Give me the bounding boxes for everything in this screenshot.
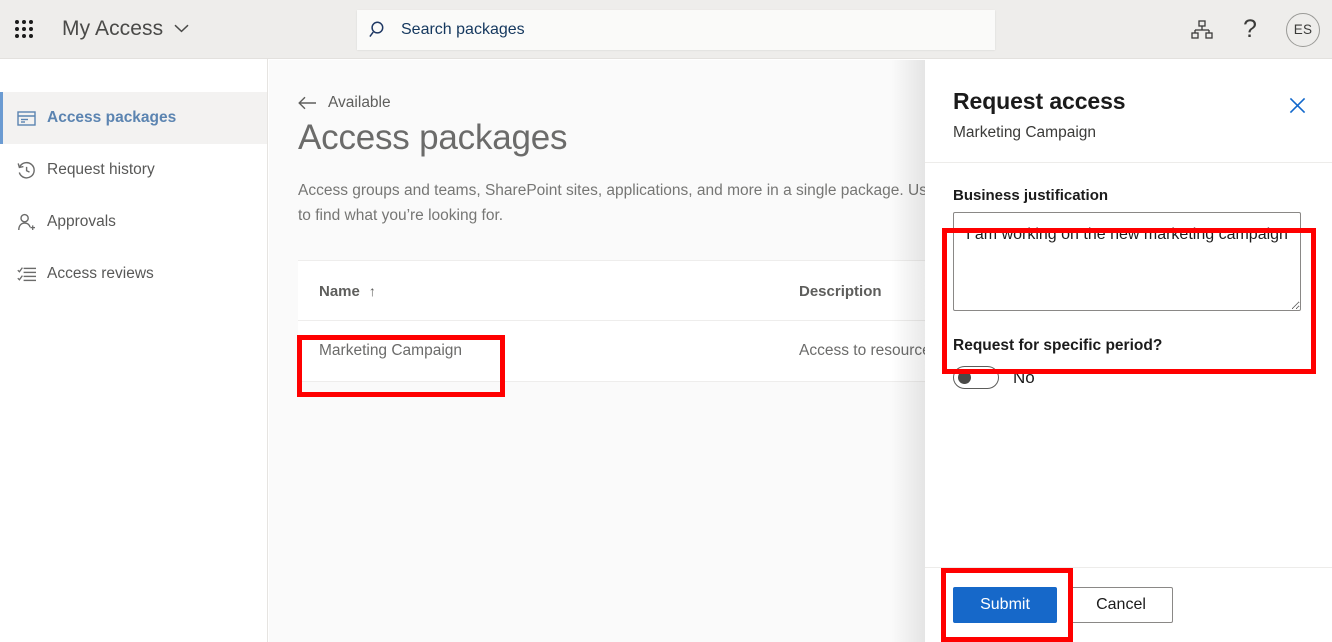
sidebar-nav: Access packages Request history [0,59,268,642]
back-to-available-link[interactable]: Available [298,94,391,112]
submit-button[interactable]: Submit [953,587,1057,623]
sidebar-item-access-packages[interactable]: Access packages [0,92,267,144]
column-header-name-label: Name [319,283,360,300]
page-title: Access packages [298,118,567,158]
business-justification-field[interactable] [953,212,1301,311]
column-header-description-label: Description [799,283,882,300]
checklist-icon [17,266,47,283]
avatar: ES [1286,13,1320,47]
toggle-value-label: No [1013,368,1035,388]
arrow-left-icon [298,96,317,110]
org-hierarchy-icon[interactable] [1178,0,1226,59]
sidebar-item-label: Request history [47,161,155,179]
panel-title: Request access [953,88,1304,115]
panel-header: Request access Marketing Campaign [925,60,1332,163]
search-box[interactable] [357,10,995,50]
column-header-name[interactable]: Name ↑ [298,261,778,321]
business-justification-label: Business justification [953,187,1304,204]
cell-package-name[interactable]: Marketing Campaign [298,321,778,382]
question-mark-icon: ? [1243,17,1257,42]
sort-ascending-arrow: ↑ [369,283,376,299]
panel-footer: Submit Cancel [925,567,1332,642]
search-icon [357,10,401,50]
search-input[interactable] [401,21,995,39]
my-access-app: My Access [0,0,1332,642]
help-button[interactable]: ? [1226,0,1274,59]
close-icon[interactable] [1283,91,1311,119]
sidebar-item-label: Approvals [47,213,116,231]
cancel-button[interactable]: Cancel [1069,587,1173,623]
access-package-icon [17,110,47,127]
specific-period-toggle-row: No [953,366,1304,389]
panel-edge-shadow [891,60,925,642]
app-launcher-button[interactable] [0,0,48,59]
sidebar-item-label: Access reviews [47,265,154,283]
person-add-icon [17,213,47,232]
specific-period-label: Request for specific period? [953,337,1304,355]
header-actions: ? ES [1178,0,1332,59]
panel-subtitle: Marketing Campaign [953,124,1304,142]
specific-period-toggle[interactable] [953,366,999,389]
sidebar-item-approvals[interactable]: Approvals [0,196,267,248]
top-header-bar: My Access [0,0,1332,59]
clock-history-icon [17,161,47,180]
account-button[interactable]: ES [1274,0,1332,59]
sidebar-item-label: Access packages [47,109,176,127]
panel-body: Business justification Request for speci… [925,163,1332,567]
brand-menu[interactable]: My Access [62,17,189,41]
back-link-label: Available [328,94,391,112]
sidebar-item-request-history[interactable]: Request history [0,144,267,196]
sidebar-item-access-reviews[interactable]: Access reviews [0,248,267,300]
brand-label: My Access [62,17,163,41]
request-access-panel: Request access Marketing Campaign Busine… [925,60,1332,642]
chevron-down-icon [174,20,189,38]
waffle-grid-icon [15,20,33,38]
toggle-knob [958,371,971,384]
